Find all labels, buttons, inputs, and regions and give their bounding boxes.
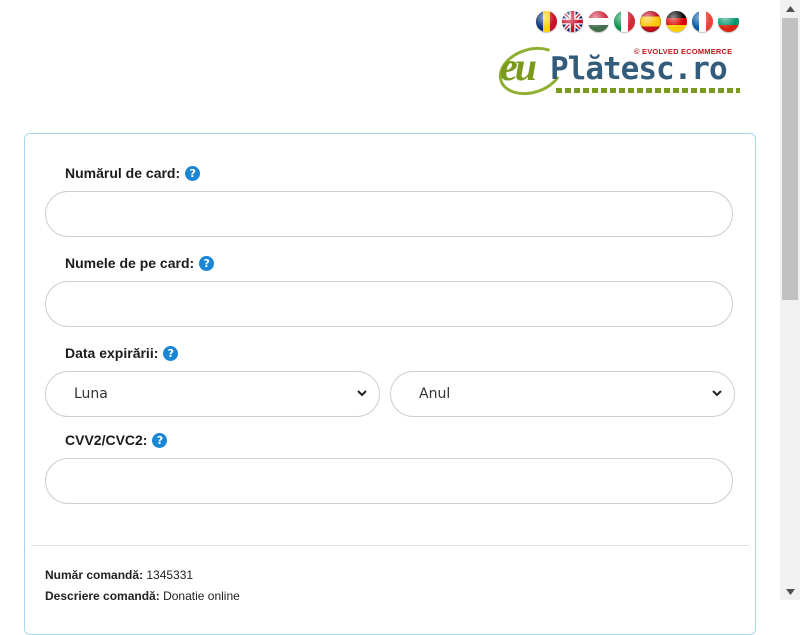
vertical-scrollbar[interactable]: [780, 0, 800, 600]
flag-bg-icon[interactable]: [718, 11, 739, 32]
language-flags: [536, 11, 739, 32]
help-icon-card-name[interactable]: ?: [199, 255, 215, 271]
expiry-month-select[interactable]: Luna: [45, 371, 380, 417]
euplatesc-logo: eu Plătesc.ro © EVOLVED ECOMMERCE: [492, 38, 748, 104]
cvv-input[interactable]: [45, 458, 733, 504]
payment-page: eu Plătesc.ro © EVOLVED ECOMMERCE Număru…: [0, 0, 780, 635]
help-icon-cvv[interactable]: ?: [152, 432, 168, 448]
scrollbar-thumb[interactable]: [782, 18, 798, 300]
cvv-label: CVV2/CVC2:: [65, 432, 148, 448]
cvv-label-row: CVV2/CVC2: ?: [65, 432, 168, 448]
logo-brand: Plătesc.ro: [550, 51, 728, 87]
expiry-label: Data expirării:: [65, 345, 159, 361]
card-name-input[interactable]: [45, 281, 733, 327]
scroll-up-arrow-icon[interactable]: [780, 0, 800, 17]
flag-hu-icon[interactable]: [588, 11, 609, 32]
flag-en-icon[interactable]: [562, 11, 583, 32]
card-number-label-row: Numărul de card: ?: [65, 165, 201, 181]
order-description-label: Descriere comandă:: [45, 589, 160, 603]
scroll-down-arrow-icon[interactable]: [780, 583, 800, 600]
flag-es-icon[interactable]: [640, 11, 661, 32]
flag-ro-icon[interactable]: [536, 11, 557, 32]
expiry-year-select[interactable]: Anul: [390, 371, 735, 417]
card-number-input[interactable]: [45, 191, 733, 237]
card-form-panel: Numărul de card: ? Numele de pe card: ? …: [24, 133, 756, 635]
card-name-label: Numele de pe card:: [65, 255, 195, 271]
logo-eu: eu: [500, 44, 537, 89]
order-number-row: Număr comandă: 1345331: [45, 568, 193, 582]
chevron-down-icon: [357, 390, 367, 397]
flag-it-icon[interactable]: [614, 11, 635, 32]
help-icon-expiry[interactable]: ?: [163, 345, 179, 361]
flag-fr-icon[interactable]: [692, 11, 713, 32]
order-description-row: Descriere comandă: Donatie online: [45, 589, 240, 603]
order-number-value: 1345331: [143, 568, 194, 582]
expiry-month-value: Luna: [74, 386, 108, 402]
order-description-value: Donatie online: [159, 589, 240, 603]
expiry-label-row: Data expirării: ?: [65, 345, 179, 361]
order-number-label: Număr comandă:: [45, 568, 144, 582]
divider: [31, 545, 749, 546]
card-name-label-row: Numele de pe card: ?: [65, 255, 215, 271]
card-number-label: Numărul de card:: [65, 165, 181, 181]
expiry-year-value: Anul: [419, 386, 451, 402]
chevron-down-icon: [712, 390, 722, 397]
logo-film-strip: [556, 88, 740, 93]
flag-de-icon[interactable]: [666, 11, 687, 32]
help-icon-card-number[interactable]: ?: [185, 165, 201, 181]
logo-tagline: © EVOLVED ECOMMERCE: [634, 47, 733, 56]
